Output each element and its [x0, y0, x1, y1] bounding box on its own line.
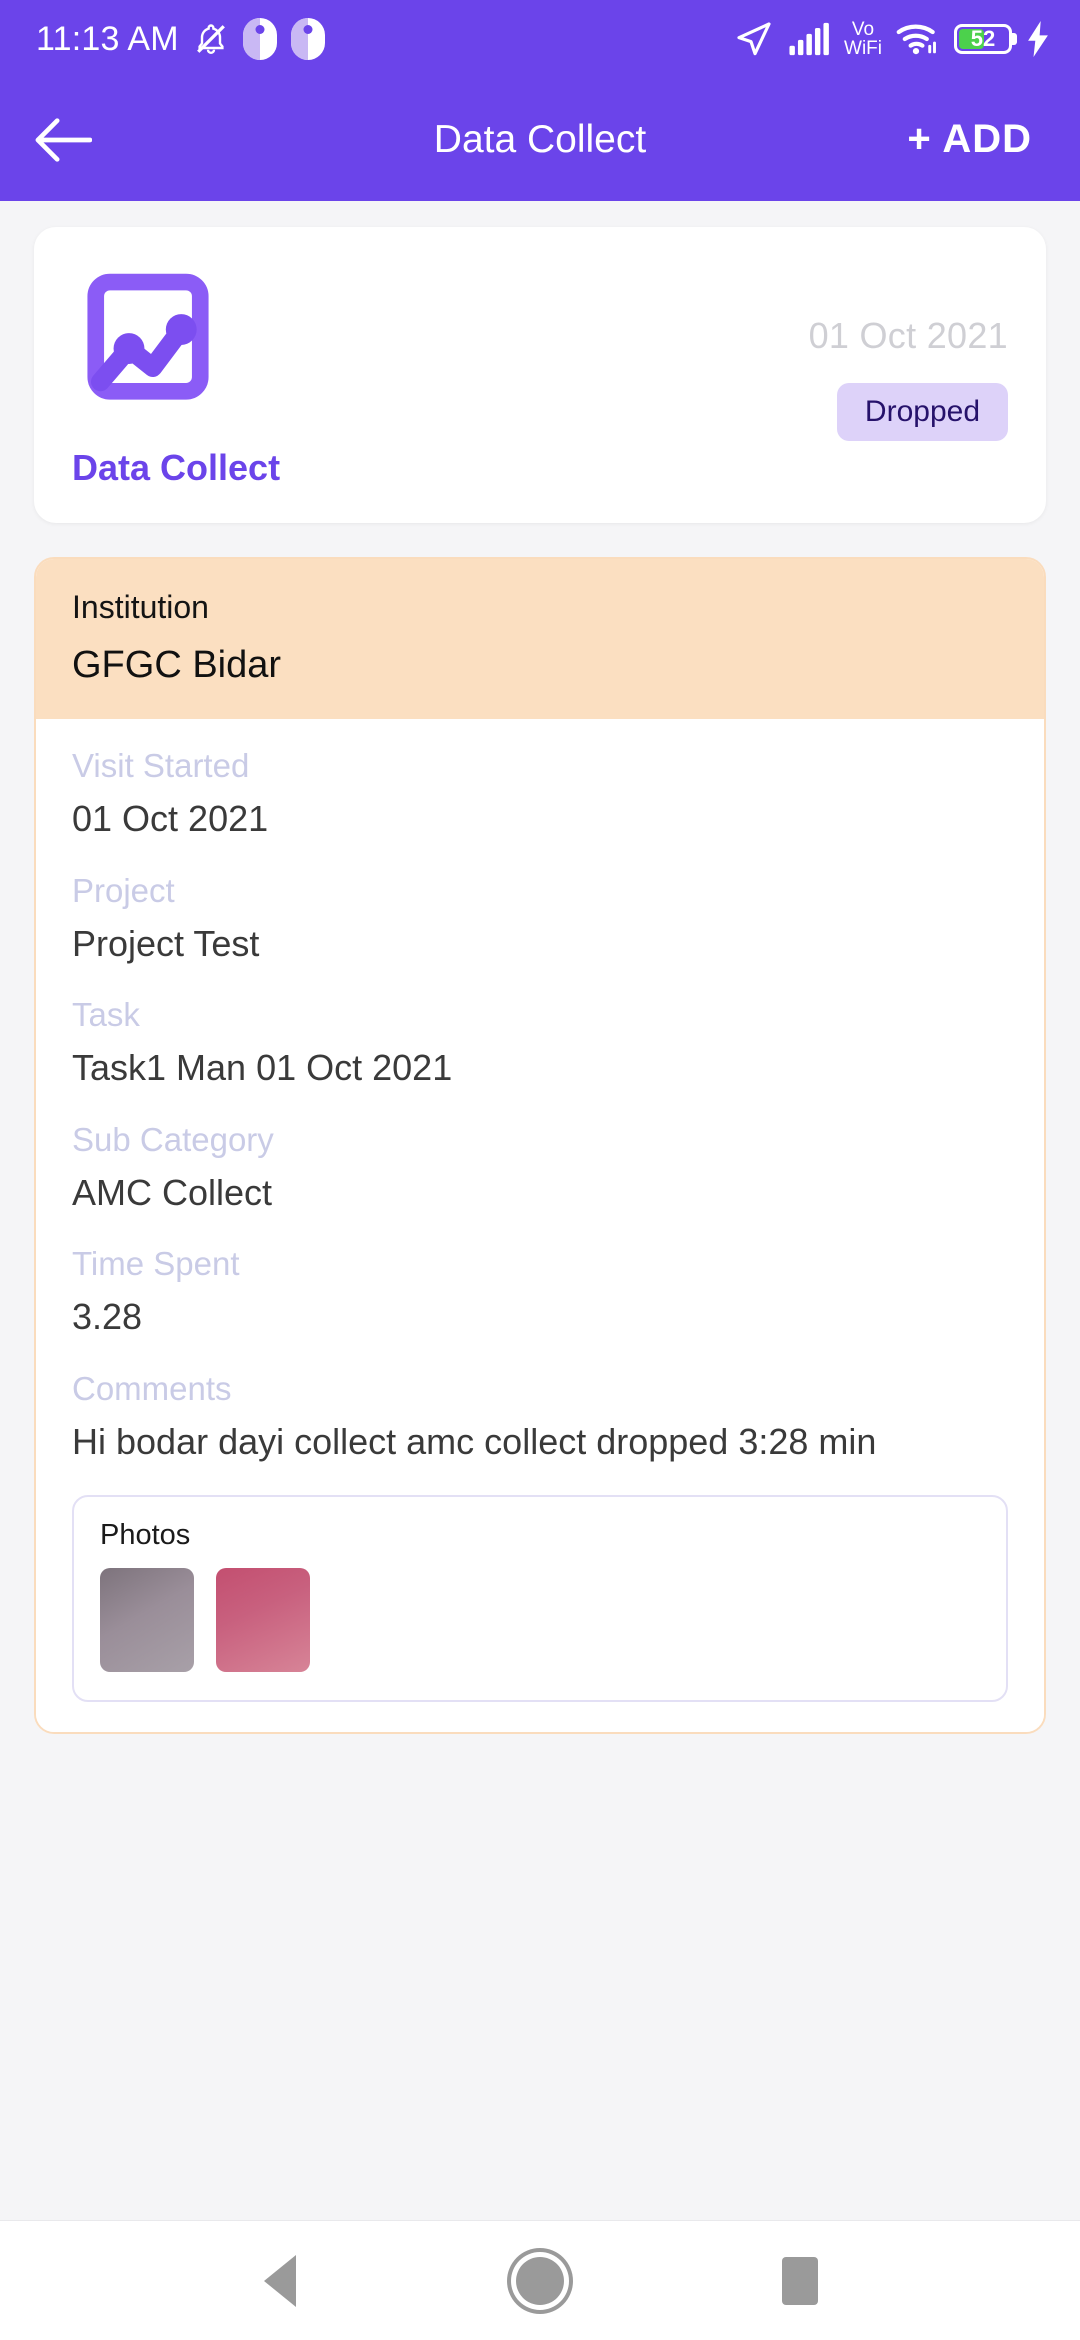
institution-value: GFGC Bidar	[72, 644, 282, 686]
field-value: 01 Oct 2021	[72, 798, 269, 839]
photos-section: Photos	[72, 1494, 1008, 1702]
content-scroll-area[interactable]: 01 Oct 2021 Dropped Data Collect Institu…	[0, 201, 1080, 2220]
field-sub-category: Sub Category AMC Collect	[72, 1121, 1008, 1218]
detail-card[interactable]: Institution GFGC Bidar Visit Started 01 …	[34, 557, 1046, 1734]
status-bar: 11:13 AM Vo WiFi 52	[0, 0, 1080, 78]
status-bar-clock: 11:13 AM	[36, 20, 179, 58]
dnd-pill-icon-2	[290, 18, 325, 60]
nav-home-icon	[516, 2256, 564, 2305]
photos-thumbnail-row	[100, 1567, 980, 1672]
status-badge[interactable]: Dropped	[836, 383, 1008, 441]
vowifi-icon: Vo WiFi	[844, 20, 882, 58]
field-comments: Comments Hi bodar dayi collect amc colle…	[72, 1370, 1008, 1467]
nav-recents-icon	[782, 2256, 818, 2305]
photo-thumbnail-2[interactable]	[216, 1567, 310, 1672]
nav-back-button[interactable]	[225, 2226, 335, 2336]
field-label: Project	[72, 871, 175, 909]
field-label: Time Spent	[72, 1245, 240, 1283]
summary-card[interactable]: 01 Oct 2021 Dropped Data Collect	[34, 227, 1046, 523]
dnd-pill-icon	[242, 18, 277, 60]
summary-card-meta: 01 Oct 2021 Dropped	[809, 263, 1008, 441]
signal-bars-icon	[789, 22, 829, 56]
wifi-icon	[896, 24, 936, 55]
field-label: Sub Category	[72, 1120, 274, 1158]
field-task: Task Task1 Man 01 Oct 2021	[72, 996, 1008, 1093]
android-navigation-bar	[0, 2220, 1080, 2340]
back-button[interactable]	[34, 108, 98, 172]
summary-date: 01 Oct 2021	[808, 315, 1008, 356]
chart-analytics-icon	[87, 273, 209, 400]
vowifi-line-2: WiFi	[844, 38, 882, 59]
status-bar-left: 11:13 AM	[36, 18, 325, 60]
field-project: Project Project Test	[72, 872, 1008, 969]
photos-label: Photos	[100, 1518, 191, 1551]
location-arrow-icon	[737, 22, 771, 56]
arrow-left-icon	[35, 117, 92, 162]
phone-screen: 11:13 AM Vo WiFi 52 Data Collect + ADD 0…	[0, 0, 1080, 2340]
field-value: Task1 Man 01 Oct 2021	[72, 1047, 453, 1089]
battery-icon: 52	[954, 24, 1012, 54]
field-label: Comments	[72, 1369, 232, 1407]
field-time-spent: Time Spent 3.28	[72, 1245, 1008, 1342]
field-value: 3.28	[72, 1296, 143, 1338]
detail-fields-list: Visit Started 01 Oct 2021 Project Projec…	[36, 719, 1044, 1732]
field-label: Task	[72, 996, 140, 1034]
photo-thumbnail-1[interactable]	[100, 1567, 194, 1672]
battery-percent-label: 52	[970, 26, 996, 51]
nav-home-button[interactable]	[485, 2226, 595, 2336]
field-value: Hi bodar dayi collect amc collect droppe…	[72, 1420, 877, 1462]
charging-bolt-icon	[1028, 21, 1048, 57]
app-bar: Data Collect + ADD	[0, 78, 1080, 201]
status-bar-right: Vo WiFi 52	[734, 19, 1050, 59]
nav-back-icon	[264, 2254, 296, 2307]
summary-card-top-row: 01 Oct 2021 Dropped	[72, 263, 1008, 441]
nav-recents-button[interactable]	[745, 2226, 855, 2336]
institution-header: Institution GFGC Bidar	[36, 559, 1044, 719]
add-button[interactable]: + ADD	[907, 117, 1046, 162]
field-visit-started: Visit Started 01 Oct 2021	[72, 747, 1008, 844]
field-label: Visit Started	[72, 747, 250, 784]
do-not-disturb-icon	[196, 24, 225, 54]
field-value: Project Test	[72, 922, 260, 964]
institution-label: Institution	[72, 589, 209, 625]
summary-title: Data Collect	[72, 447, 281, 488]
vowifi-line-1: Vo	[851, 19, 875, 40]
field-value: AMC Collect	[72, 1171, 273, 1213]
